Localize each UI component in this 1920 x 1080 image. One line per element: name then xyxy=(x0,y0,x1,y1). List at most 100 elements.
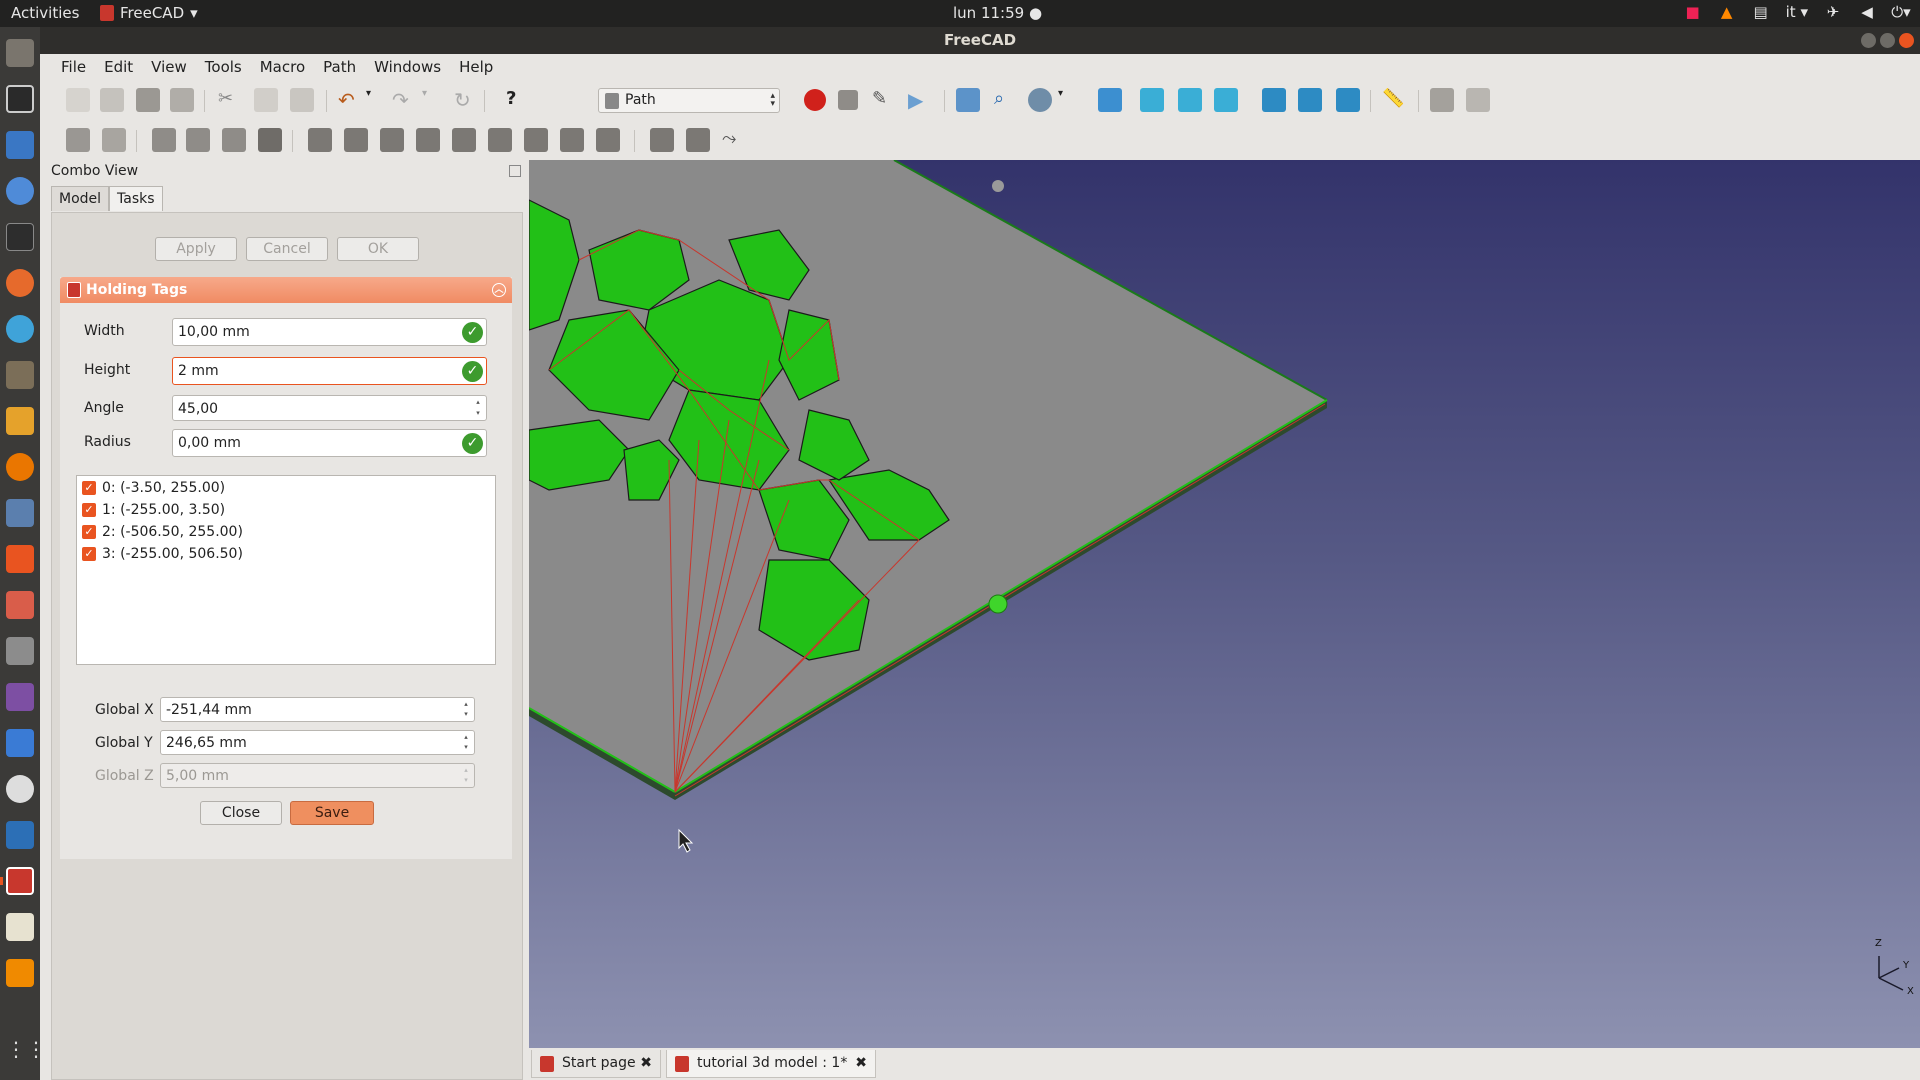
undock-icon[interactable] xyxy=(509,165,521,177)
paste-icon[interactable] xyxy=(290,88,314,112)
dressup-icon[interactable]: ⤳ xyxy=(722,128,746,152)
list-item[interactable]: ✓ 0: (-3.50, 255.00) xyxy=(82,478,225,498)
draw-style-dropdown-icon[interactable]: ▾ xyxy=(1058,88,1070,112)
spinner-arrows-icon[interactable]: ▴ ▾ xyxy=(471,397,485,421)
blender-icon[interactable] xyxy=(6,453,34,481)
refresh-icon[interactable]: ↻ xyxy=(454,88,478,112)
screen-record-icon[interactable]: ■ xyxy=(1684,3,1702,21)
close-tab-icon[interactable]: ✖ xyxy=(640,1055,652,1071)
draw-style-icon[interactable] xyxy=(1028,88,1052,112)
language-indicator[interactable]: it ▾ xyxy=(1786,3,1808,21)
apply-button[interactable]: Apply xyxy=(155,237,237,261)
airplane-icon[interactable]: ✈ xyxy=(1824,3,1842,21)
checkbox-checked-icon[interactable]: ✓ xyxy=(82,481,96,495)
menu-windows[interactable]: Windows xyxy=(374,54,451,80)
create-part-icon[interactable] xyxy=(1430,88,1454,112)
workbench-selector[interactable]: Path ▴ ▾ xyxy=(598,88,780,113)
fit-all-icon[interactable] xyxy=(956,88,980,112)
undo-dropdown-icon[interactable]: ▾ xyxy=(366,88,378,112)
menu-edit[interactable]: Edit xyxy=(104,54,143,80)
create-group-icon[interactable] xyxy=(1466,88,1490,112)
text-editor-icon[interactable] xyxy=(6,913,34,941)
checkbox-checked-icon[interactable]: ✓ xyxy=(82,503,96,517)
global-y-field[interactable]: 246,65 mm ▴ ▾ xyxy=(160,730,475,755)
filezilla-icon[interactable] xyxy=(6,729,34,757)
video-editor-icon[interactable] xyxy=(6,683,34,711)
spinner-arrows-icon[interactable]: ▴ ▾ xyxy=(459,732,473,753)
run-macro-icon[interactable]: ▶ xyxy=(908,88,932,112)
volume-icon[interactable]: ◀ xyxy=(1858,3,1876,21)
tag-list[interactable]: ✓ 0: (-3.50, 255.00) ✓ 1: (-255.00, 3.50… xyxy=(76,475,496,665)
print-icon[interactable] xyxy=(170,88,194,112)
global-x-field[interactable]: -251,44 mm ▴ ▾ xyxy=(160,697,475,722)
menu-view[interactable]: View xyxy=(151,54,197,80)
cancel-button[interactable]: Cancel xyxy=(246,237,328,261)
angle-spinbox[interactable]: 45,00 ▴ ▾ xyxy=(172,395,487,421)
new-document-icon[interactable] xyxy=(66,88,90,112)
gimp-icon[interactable] xyxy=(6,361,34,389)
profile-faces-icon[interactable] xyxy=(380,128,404,152)
spinner-arrows-icon[interactable]: ▴ ▾ xyxy=(459,699,473,720)
width-field[interactable]: 10,00 mm ✓ xyxy=(172,318,487,346)
scanner-icon[interactable] xyxy=(6,499,34,527)
pocket-shape-icon[interactable] xyxy=(452,128,476,152)
app-menu[interactable]: FreeCAD ▾ xyxy=(100,4,198,22)
radius-field[interactable]: 0,00 mm ✓ xyxy=(172,429,487,457)
software-center-icon[interactable] xyxy=(6,545,34,573)
rear-view-icon[interactable] xyxy=(1262,88,1286,112)
writer-icon[interactable] xyxy=(6,131,34,159)
vlc-icon[interactable]: ▲ xyxy=(1718,3,1736,21)
top-view-icon[interactable] xyxy=(1178,88,1202,112)
menu-file[interactable]: File xyxy=(61,54,96,80)
whats-this-icon[interactable]: ? xyxy=(506,88,530,112)
inkscape-alt-icon[interactable] xyxy=(6,315,34,343)
firefox-icon[interactable] xyxy=(6,269,34,297)
holding-tags-header[interactable]: Holding Tags ︿ xyxy=(60,277,512,303)
record-macro-icon[interactable] xyxy=(804,89,826,111)
waterline-icon[interactable] xyxy=(686,128,710,152)
inkscape-icon[interactable] xyxy=(6,85,34,113)
collapse-icon[interactable]: ︿ xyxy=(492,283,506,297)
redo-dropdown-icon[interactable]: ▾ xyxy=(422,88,434,112)
checkbox-checked-icon[interactable]: ✓ xyxy=(82,547,96,561)
stock-icon[interactable] xyxy=(258,128,282,152)
menu-macro[interactable]: Macro xyxy=(260,54,315,80)
right-view-icon[interactable] xyxy=(1214,88,1238,112)
stop-macro-icon[interactable] xyxy=(838,90,858,110)
helix-icon[interactable] xyxy=(524,128,548,152)
bottom-view-icon[interactable] xyxy=(1298,88,1322,112)
draw-icon[interactable] xyxy=(6,407,34,435)
tab-tasks[interactable]: Tasks xyxy=(109,186,163,211)
drilling-icon[interactable] xyxy=(596,128,620,152)
job-icon[interactable] xyxy=(66,128,90,152)
close-window-button[interactable] xyxy=(1899,33,1914,48)
tool-bit-icon[interactable] xyxy=(186,128,210,152)
redo-icon[interactable]: ↷ xyxy=(392,88,416,112)
vlc-dock-icon[interactable] xyxy=(6,959,34,987)
tab-tutorial-model[interactable]: tutorial 3d model : 1* ✖ xyxy=(666,1050,876,1078)
close-tab-icon[interactable]: ✖ xyxy=(855,1055,867,1071)
menu-path[interactable]: Path xyxy=(323,54,366,80)
checkbox-checked-icon[interactable]: ✓ xyxy=(82,525,96,539)
isometric-view-icon[interactable] xyxy=(1098,88,1122,112)
face-mill-icon[interactable] xyxy=(488,128,512,152)
freecad-dock-icon[interactable] xyxy=(6,867,34,895)
system-menu-icon[interactable]: ⏻▾ xyxy=(1891,3,1910,21)
tool-controller-icon[interactable] xyxy=(152,128,176,152)
clipboard-icon[interactable]: ▤ xyxy=(1752,3,1770,21)
clock[interactable]: lun 11:59 ● xyxy=(953,4,1042,22)
menu-tools[interactable]: Tools xyxy=(205,54,252,80)
list-item[interactable]: ✓ 3: (-255.00, 506.50) xyxy=(82,544,243,564)
close-button[interactable]: Close xyxy=(200,801,282,825)
camera-icon[interactable] xyxy=(6,637,34,665)
left-view-icon[interactable] xyxy=(1336,88,1360,112)
undo-icon[interactable]: ↶ xyxy=(338,88,362,112)
save-button[interactable]: Save xyxy=(290,801,374,825)
surface-icon[interactable] xyxy=(650,128,674,152)
post-process-icon[interactable] xyxy=(102,128,126,152)
maximize-button[interactable] xyxy=(1880,33,1895,48)
profile-edges-icon[interactable] xyxy=(344,128,368,152)
activities-button[interactable]: Activities xyxy=(11,4,79,22)
files-icon[interactable] xyxy=(6,39,34,67)
terminal-icon[interactable] xyxy=(6,223,34,251)
